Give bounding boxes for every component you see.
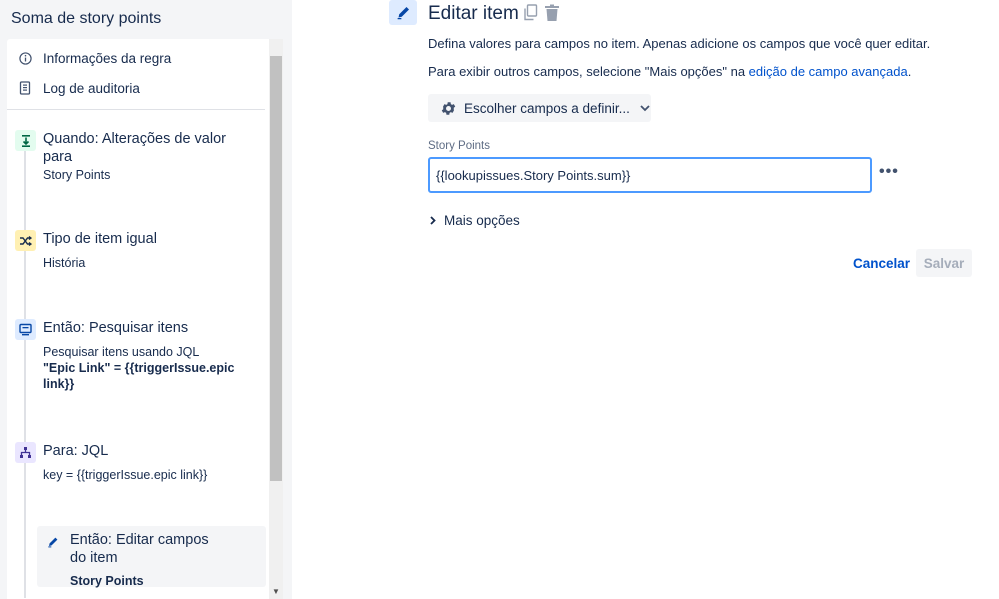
divider [7, 109, 265, 110]
step-trigger[interactable]: Quando: Alterações de valor para Story P… [15, 130, 255, 190]
gear-icon [440, 100, 457, 117]
trash-icon[interactable] [544, 4, 560, 22]
advanced-field-editing-link[interactable]: edição de campo avançada [749, 64, 908, 79]
step-title: Então: Editar campos do item [70, 532, 209, 566]
step-edit[interactable]: Então: Editar campos do item Story Point… [42, 531, 267, 588]
lookup-icon [15, 319, 36, 340]
cancel-button[interactable]: Cancelar [845, 249, 918, 277]
branch-icon [15, 442, 36, 463]
step-subtitle: Story Points [43, 168, 111, 182]
rule-steps-card: Informações da regra Log de auditoria Qu… [7, 39, 283, 599]
step-condition[interactable]: Tipo de item igual História [15, 230, 255, 275]
more-info-text: Para exibir outros campos, selecione "Ma… [428, 64, 749, 79]
choose-fields-button[interactable]: Escolher campos a definir... [428, 94, 651, 122]
scrollbar-thumb[interactable] [270, 56, 282, 481]
rule-sidebar: Soma de story points Informações da regr… [0, 0, 292, 599]
more-actions-icon[interactable]: ••• [879, 163, 899, 181]
step-subtitle: História [43, 256, 86, 270]
step-title: Quando: Alterações de valor para [43, 131, 226, 165]
step-subtitle: Pesquisar itens usando JQL [43, 345, 200, 359]
step-title: Tipo de item igual [43, 231, 157, 247]
editor-more-info: Para exibir outros campos, selecione "Ma… [428, 64, 911, 79]
menu-item-label: Log de auditoria [43, 80, 140, 96]
step-title: Para: JQL [43, 443, 109, 459]
trigger-icon [15, 130, 36, 151]
menu-item-audit-log[interactable]: Log de auditoria [18, 78, 140, 98]
copy-icon[interactable] [523, 4, 539, 22]
step-branch[interactable]: Para: JQL key = {{triggerIssue.epic link… [15, 442, 255, 487]
editor-description: Defina valores para campos no item. Apen… [428, 36, 931, 51]
more-options-label: Mais opções [444, 213, 520, 228]
step-lookup[interactable]: Então: Pesquisar itens Pesquisar itens u… [15, 319, 255, 399]
more-info-suffix: . [907, 64, 912, 79]
scroll-down-arrow-icon[interactable]: ▼ [269, 585, 283, 599]
more-options-toggle[interactable]: Mais opções [430, 213, 520, 228]
step-subtitle: key = {{triggerIssue.epic link}} [43, 468, 208, 482]
editor-title: Editar item [428, 3, 519, 24]
info-icon [18, 51, 32, 65]
menu-item-rule-info[interactable]: Informações da regra [18, 48, 171, 68]
chevron-down-icon [640, 104, 650, 112]
edit-pencil-icon [389, 0, 417, 25]
choose-fields-label: Escolher campos a definir... [464, 100, 630, 116]
shuffle-icon [15, 230, 36, 251]
story-points-label: Story Points [428, 140, 490, 152]
step-jql: "Epic Link" = {{triggerIssue.epic link}} [43, 361, 235, 391]
save-button[interactable]: Salvar [916, 249, 972, 277]
pencil-icon [42, 531, 63, 552]
step-subtitle: Story Points [70, 574, 144, 588]
step-title: Então: Pesquisar itens [43, 320, 189, 336]
chevron-right-icon [430, 216, 436, 225]
story-points-input[interactable] [428, 157, 872, 193]
menu-item-label: Informações da regra [43, 50, 172, 66]
rule-title: Soma de story points [11, 10, 162, 27]
clipboard-icon [18, 81, 32, 95]
